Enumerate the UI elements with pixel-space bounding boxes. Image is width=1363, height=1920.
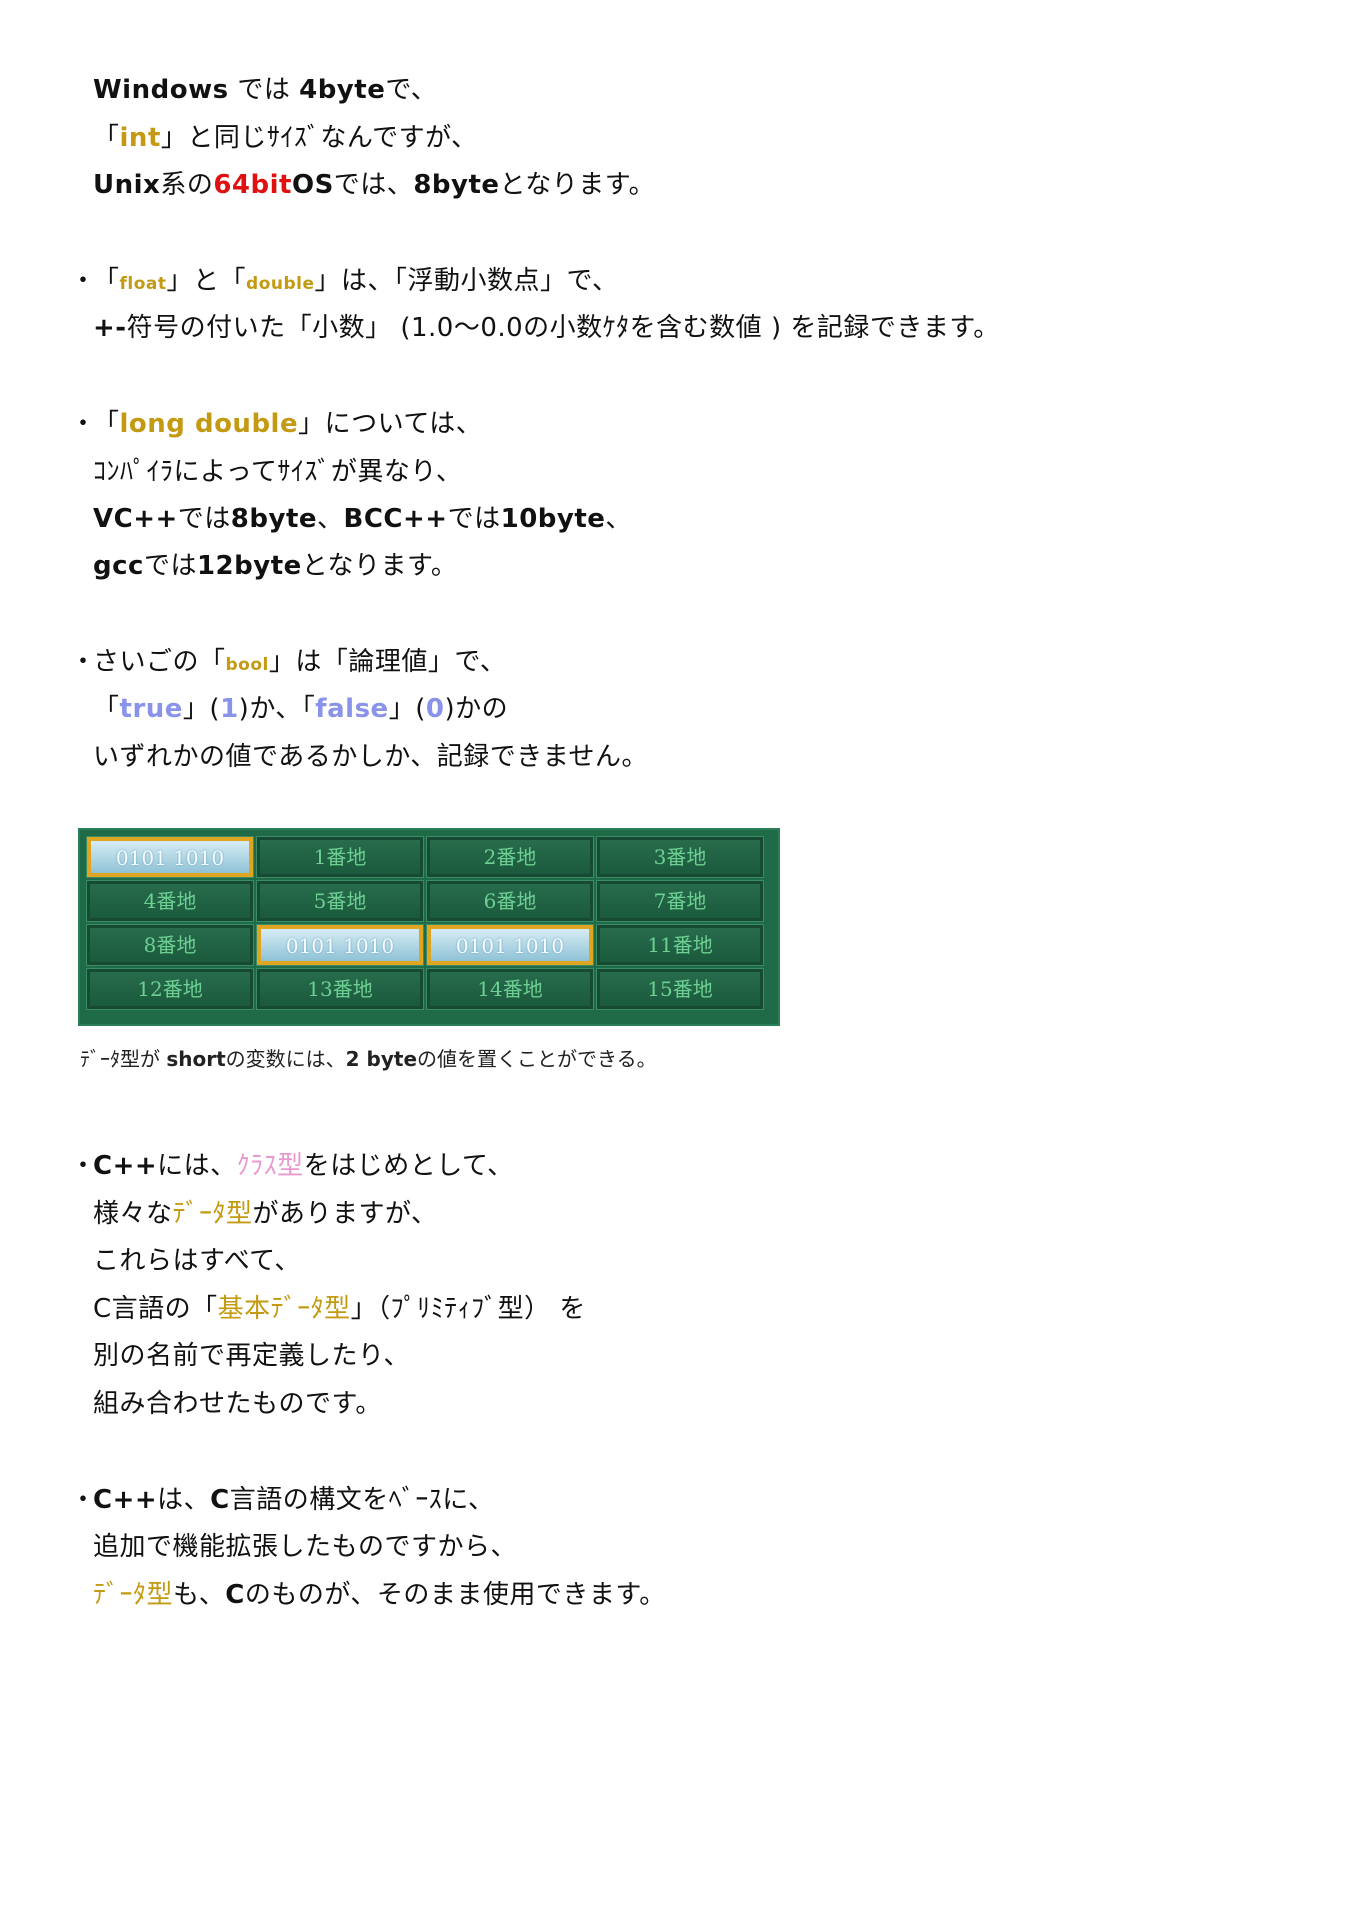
memory-cell-address: 11番地	[596, 924, 764, 966]
text-line: C++は、C言語の構文をﾍﾞｰｽに、	[93, 1485, 495, 1515]
text-line: C言語の「基本ﾃﾞｰﾀ型」（ﾌﾟﾘﾐﾃｨﾌﾞ型） を	[93, 1294, 586, 1324]
text-line: 追加で機能拡張したものですから、	[93, 1532, 518, 1562]
text-line: 組み合わせたものです。	[93, 1389, 382, 1419]
text-line: ﾃﾞｰﾀ型も、Cのものが、そのまま使用できます。	[93, 1580, 666, 1610]
text-line: +-符号の付いた「小数」 (1.0〜0.0の小数ｹﾀを含む数値 ) を記録できま…	[93, 313, 1000, 343]
memory-cell-address: 13番地	[256, 968, 424, 1010]
text-line: ｺﾝﾊﾟｲﾗによってｻｲｽﾞが異なり、	[93, 457, 463, 487]
memory-cell-address: 8番地	[86, 924, 254, 966]
memory-cell-value: 0101 1010	[426, 924, 594, 966]
text-line: いずれかの値であるかしか、記録できません。	[93, 742, 648, 772]
figure-caption: ﾃﾞｰﾀ型が shortの変数には、2 byteの値を置くことができる。	[80, 1047, 657, 1071]
text-line: 「float」と「double」は、「浮動小数点」で、	[93, 266, 619, 296]
text-line: 様々なﾃﾞｰﾀ型がありますが、	[93, 1199, 438, 1229]
memory-cell-address: 12番地	[86, 968, 254, 1010]
memory-cell-address: 14番地	[426, 968, 594, 1010]
text-line: 「int」と同じｻｲｽﾞなんですが、	[93, 123, 478, 153]
text-line: Unix系の64bitOSでは、8byteとなります。	[93, 170, 656, 200]
text-line: 別の名前で再定義したり、	[93, 1341, 410, 1371]
text-line: C++には、ｸﾗｽ型をはじめとして、	[93, 1151, 514, 1181]
memory-cell-value: 0101 1010	[86, 836, 254, 878]
text-line: Windows では 4byteで、	[93, 75, 438, 105]
memory-cell-address: 5番地	[256, 880, 424, 922]
memory-cell-address: 15番地	[596, 968, 764, 1010]
memory-cell-address: 6番地	[426, 880, 594, 922]
memory-address-figure: 0101 1010 1番地 2番地 3番地 4番地 5番地 6番地 7番地 8番地 0101 10…	[78, 828, 780, 1026]
memory-cell-address: 2番地	[426, 836, 594, 878]
memory-cell-address: 3番地	[596, 836, 764, 878]
memory-cell-address: 7番地	[596, 880, 764, 922]
text-line: gccでは12byteとなります。	[93, 551, 458, 581]
text-line: VC++では8byte、BCC++では10byte、	[93, 504, 632, 534]
memory-cell-value: 0101 1010	[256, 924, 424, 966]
text-line: 「true」(1)か、「false」(0)かの	[93, 694, 509, 724]
memory-cell-address: 4番地	[86, 880, 254, 922]
text-line: さいごの「bool」は「論理値」で、	[93, 647, 507, 677]
document-page: Windows では 4byteで、 「int」と同じｻｲｽﾞなんですが、 Un…	[0, 0, 1363, 1920]
memory-cell-address: 1番地	[256, 836, 424, 878]
text-line: 「long double」については、	[93, 409, 483, 439]
text-line: これらはすべて、	[93, 1246, 301, 1276]
